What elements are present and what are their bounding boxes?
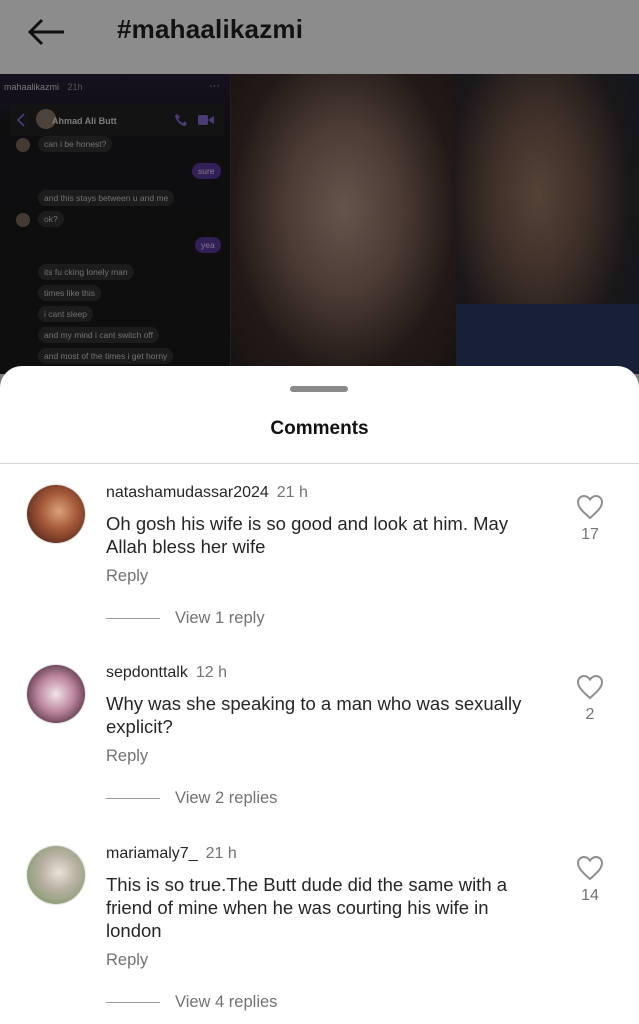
reply-button[interactable]: Reply bbox=[106, 747, 148, 766]
comment-username-line: mariamaly7_ 21 h bbox=[106, 845, 237, 863]
view-replies-button[interactable]: View 4 replies bbox=[175, 993, 277, 1012]
hashtag-title: #mahaalikazmi bbox=[117, 14, 304, 44]
heart-icon[interactable] bbox=[576, 674, 604, 700]
comment-time: 12 h bbox=[195, 664, 227, 681]
divider bbox=[0, 463, 639, 464]
comment-text: Why was she speaking to a man who was se… bbox=[106, 693, 522, 737]
reply-button[interactable]: Reply bbox=[106, 951, 148, 970]
avatar[interactable] bbox=[26, 664, 86, 724]
avatar[interactable] bbox=[26, 845, 86, 905]
sheet-title: Comments bbox=[270, 418, 369, 439]
drag-handle[interactable] bbox=[290, 386, 348, 392]
like-count: 17 bbox=[581, 526, 599, 543]
comment-username[interactable]: natashamudassar2024 bbox=[106, 484, 269, 501]
comments-sheet: Comments natashamudassar2024 21 h Oh gosh… bbox=[0, 366, 639, 1024]
like-count: 2 bbox=[585, 706, 595, 723]
comment-username[interactable]: mariamaly7_ bbox=[106, 845, 198, 862]
replies-divider bbox=[106, 618, 160, 619]
comment-username-line: sepdonttalk 12 h bbox=[106, 664, 227, 682]
view-replies-button[interactable]: View 2 replies bbox=[175, 789, 277, 808]
comment-text: Oh gosh his wife is so good and look at … bbox=[106, 513, 509, 557]
comment-time: 21 h bbox=[276, 484, 308, 501]
top-app-bar: #mahaalikazmi bbox=[0, 0, 639, 74]
comment-text: This is so true.The Butt dude did the sa… bbox=[106, 874, 508, 941]
avatar[interactable] bbox=[26, 484, 86, 544]
heart-icon[interactable] bbox=[576, 494, 604, 520]
heart-icon[interactable] bbox=[576, 855, 604, 881]
comment-time: 21 h bbox=[205, 845, 237, 862]
view-replies-button[interactable]: View 1 reply bbox=[175, 609, 265, 628]
reply-button[interactable]: Reply bbox=[106, 567, 148, 586]
comment-username-line: natashamudassar2024 21 h bbox=[106, 484, 308, 502]
back-arrow-icon[interactable] bbox=[24, 14, 68, 50]
sheet-backdrop-overlay[interactable] bbox=[0, 74, 639, 374]
comment-username[interactable]: sepdonttalk bbox=[106, 664, 188, 681]
replies-divider bbox=[106, 1002, 160, 1003]
like-count: 14 bbox=[581, 887, 599, 904]
replies-divider bbox=[106, 798, 160, 799]
